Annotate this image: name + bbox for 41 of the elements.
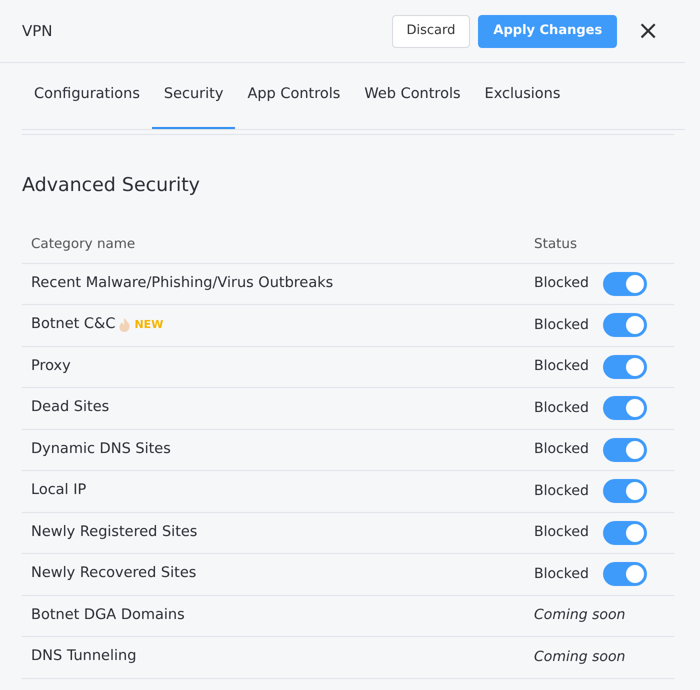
tab[interactable]: Web Controls: [352, 63, 473, 129]
window-title: VPN: [22, 20, 53, 42]
flame-icon: [119, 318, 130, 332]
tab[interactable]: Security: [152, 63, 236, 129]
status-text: Coming soon: [534, 648, 626, 667]
toggle-switch[interactable]: [602, 438, 647, 462]
category-name: DNS Tunneling: [31, 647, 136, 666]
toggle-switch[interactable]: [602, 562, 647, 586]
status-text: Blocked: [534, 316, 589, 335]
status-text: Coming soon: [534, 606, 626, 626]
toggle-switch[interactable]: [602, 272, 647, 296]
category-name: Dead Sites: [31, 398, 110, 418]
category-name: Botnet C&C: [31, 315, 116, 334]
column-header: Category name: [31, 234, 136, 254]
toggle-switch[interactable]: [602, 313, 647, 338]
category-name: Local IP: [31, 481, 86, 500]
category-name: Newly Recovered Sites: [31, 564, 196, 584]
section-title: Advanced Security: [22, 173, 201, 198]
toggle-switch[interactable]: [602, 354, 647, 379]
toggle-switch[interactable]: [602, 396, 647, 420]
tab[interactable]: Configurations: [22, 63, 152, 129]
discard-button[interactable]: Discard: [392, 14, 470, 48]
close-button[interactable]: ×: [633, 18, 663, 44]
category-name: Proxy: [31, 356, 71, 376]
status-text: Blocked: [534, 357, 589, 376]
category-name: Newly Registered Sites: [31, 522, 198, 542]
category-name: Botnet DGA Domains: [31, 606, 185, 625]
status-text: Blocked: [534, 482, 589, 501]
status-text: Blocked: [534, 523, 589, 542]
toggle-switch[interactable]: [602, 520, 647, 545]
toggle-switch[interactable]: [602, 479, 647, 504]
new-label: NEW: [134, 317, 164, 333]
tab[interactable]: App Controls: [235, 63, 352, 129]
column-header: Status: [534, 234, 578, 254]
category-name: Dynamic DNS Sites: [31, 440, 171, 459]
status-text: Blocked: [534, 564, 589, 584]
tab[interactable]: Exclusions: [472, 63, 572, 129]
status-text: Blocked: [534, 398, 589, 418]
status-text: Blocked: [534, 274, 589, 294]
category-name: Recent Malware/Phishing/Virus Outbreaks: [31, 274, 334, 293]
status-text: Blocked: [534, 440, 589, 460]
